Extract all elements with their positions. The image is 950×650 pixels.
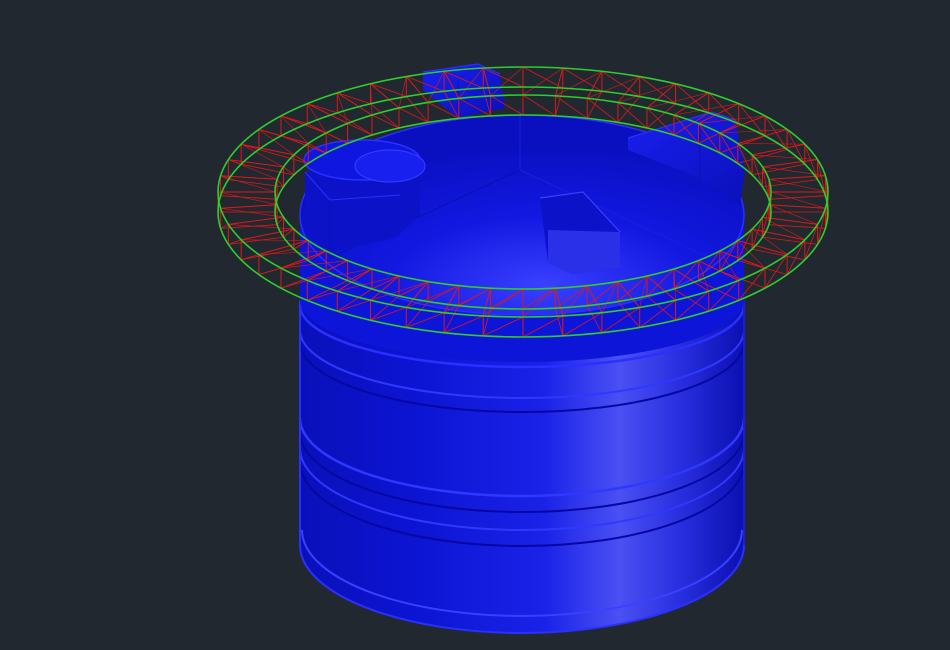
ring-member bbox=[241, 143, 294, 156]
ring-member bbox=[398, 76, 407, 109]
ring-member bbox=[258, 129, 282, 137]
ring-member bbox=[752, 163, 805, 176]
ring-member bbox=[804, 224, 818, 260]
ring-member bbox=[220, 208, 284, 218]
ring-member bbox=[241, 239, 309, 241]
ring-member bbox=[617, 76, 641, 103]
ring-member bbox=[737, 149, 788, 164]
ring-member bbox=[737, 240, 788, 255]
ring-member bbox=[768, 204, 826, 209]
cad-viewport[interactable] bbox=[0, 0, 950, 650]
ring-member bbox=[337, 92, 371, 105]
ring-member bbox=[398, 107, 429, 123]
ring-member bbox=[241, 163, 294, 176]
ring-member bbox=[752, 154, 818, 160]
ring-member bbox=[347, 123, 373, 136]
ring-member bbox=[770, 191, 826, 209]
ring-member bbox=[762, 166, 826, 176]
ring-member bbox=[228, 224, 294, 230]
ring-member bbox=[768, 195, 826, 200]
ring-member bbox=[617, 83, 676, 103]
ring-member bbox=[405, 96, 429, 123]
ring-member bbox=[228, 236, 284, 245]
ring-member bbox=[764, 254, 788, 289]
ring-member bbox=[522, 94, 556, 117]
ring-member bbox=[752, 228, 805, 241]
tank-3d-model[interactable] bbox=[0, 0, 950, 650]
ring-member bbox=[522, 66, 563, 89]
ring-member bbox=[258, 149, 309, 164]
ring-member bbox=[370, 83, 400, 109]
ring-member bbox=[370, 103, 400, 129]
ring-member bbox=[276, 179, 284, 188]
ring-member bbox=[762, 216, 805, 241]
ring-member bbox=[370, 83, 407, 97]
ring-member bbox=[241, 248, 294, 261]
ring-member bbox=[241, 228, 294, 241]
ring-member bbox=[737, 143, 805, 145]
ring-member bbox=[762, 236, 818, 245]
ring-member bbox=[220, 204, 278, 209]
ring-member bbox=[555, 95, 588, 119]
ring-member bbox=[762, 159, 818, 168]
